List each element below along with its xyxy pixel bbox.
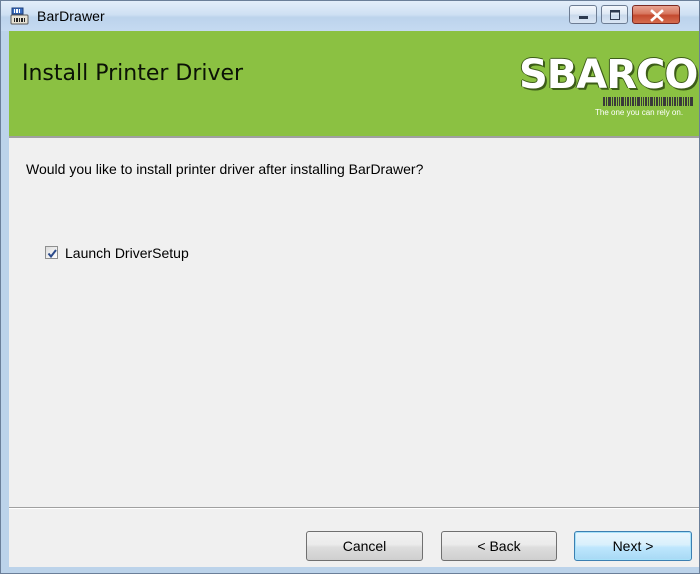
cancel-button[interactable]: Cancel [306, 531, 423, 561]
launch-driversetup-label[interactable]: Launch DriverSetup [65, 245, 189, 261]
banner-divider [9, 136, 699, 138]
title-bar[interactable]: BarDrawer [1, 1, 699, 31]
minimize-icon [579, 16, 588, 19]
logo-tagline: The one you can rely on. [595, 108, 684, 117]
barcode-icon [603, 97, 693, 106]
window-title: BarDrawer [37, 8, 105, 24]
minimize-button[interactable] [569, 5, 597, 24]
back-button[interactable]: < Back [441, 531, 557, 561]
bardrawer-app-icon [10, 7, 30, 27]
close-button[interactable] [632, 5, 680, 24]
close-icon [650, 9, 664, 22]
maximize-icon [610, 10, 620, 20]
logo-wordmark: SBARCO [519, 52, 698, 98]
launch-driversetup-checkbox[interactable] [45, 246, 58, 259]
header-banner: Install Printer Driver SBARCO The one yo… [9, 31, 699, 136]
maximize-button[interactable] [601, 5, 628, 24]
next-button[interactable]: Next > [574, 531, 692, 561]
installer-window: BarDrawer Install Printer Driver SBARCO [0, 0, 700, 574]
footer-separator [9, 507, 699, 509]
checkmark-icon [47, 249, 57, 259]
sbarco-logo: SBARCO The one you can rely on. [517, 51, 699, 129]
dialog-client-area: Install Printer Driver SBARCO The one yo… [9, 31, 699, 567]
install-question: Would you like to install printer driver… [26, 161, 424, 177]
page-title: Install Printer Driver [22, 61, 244, 86]
